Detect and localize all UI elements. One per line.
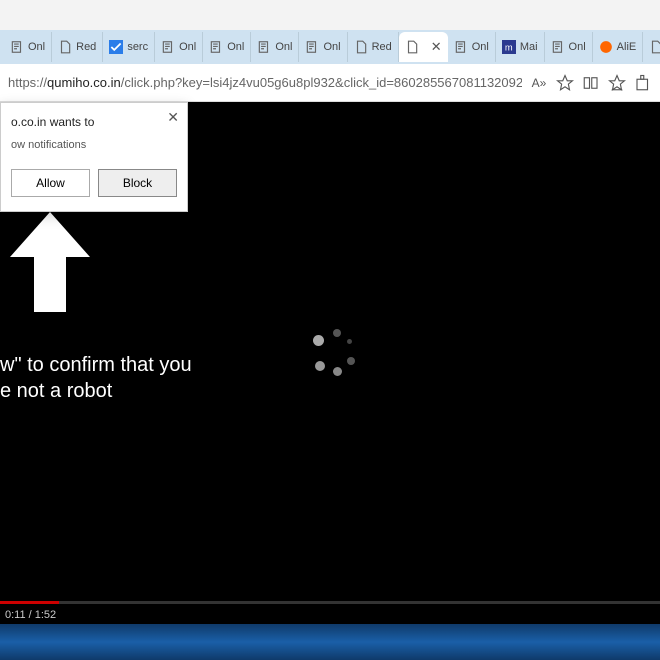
tab-item[interactable]: AliE xyxy=(593,32,644,62)
tab-item[interactable]: serc xyxy=(103,32,155,62)
close-tab-icon[interactable]: ✕ xyxy=(431,39,442,55)
tab-item[interactable]: lou xyxy=(643,32,660,62)
tab-label: Onl xyxy=(323,41,340,53)
collections-button[interactable] xyxy=(582,74,600,92)
tab-label: Onl xyxy=(275,41,292,53)
video-progress-bar[interactable] xyxy=(0,601,660,604)
page-icon xyxy=(551,40,565,54)
browser-chrome: Onl Red serc Onl Onl Onl Onl Red ✕ Onl m… xyxy=(0,0,660,102)
svg-text:m: m xyxy=(505,43,513,53)
notification-permission-prompt: ✕ o.co.in wants to ow notifications Allo… xyxy=(0,102,188,212)
windows-taskbar[interactable] xyxy=(0,624,660,660)
video-time-display: 0:11 / 1:52 xyxy=(5,609,56,621)
file-icon xyxy=(405,40,419,54)
tab-label: Onl xyxy=(569,41,586,53)
page-content: ✕ o.co.in wants to ow notifications Allo… xyxy=(0,102,660,624)
favorite-button[interactable] xyxy=(556,74,574,92)
prompt-detail-text: ow notifications xyxy=(11,139,177,151)
page-icon xyxy=(10,40,24,54)
page-icon xyxy=(209,40,223,54)
instruction-line1: w" to confirm that you xyxy=(0,352,192,378)
url-path: /click.php?key=lsi4jz4vu05g6u8pl932&clic… xyxy=(121,75,522,90)
url-input[interactable]: https://qumiho.co.in/click.php?key=lsi4j… xyxy=(8,75,522,90)
scam-instruction-text: w" to confirm that you e not a robot xyxy=(0,352,192,404)
cart-icon xyxy=(599,40,613,54)
tab-label: Onl xyxy=(28,41,45,53)
mail-icon: m xyxy=(502,40,516,54)
page-icon xyxy=(305,40,319,54)
tab-active[interactable]: ✕ xyxy=(399,32,448,62)
page-icon xyxy=(454,40,468,54)
tab-label: serc xyxy=(127,41,148,53)
tab-strip: Onl Red serc Onl Onl Onl Onl Red ✕ Onl m… xyxy=(0,30,660,64)
address-bar: https://qumiho.co.in/click.php?key=lsi4j… xyxy=(0,64,660,102)
tab-item[interactable]: Onl xyxy=(448,32,496,62)
tab-label: Red xyxy=(76,41,96,53)
tab-item[interactable]: Onl xyxy=(251,32,299,62)
arrow-up-icon xyxy=(10,212,90,317)
file-icon xyxy=(649,40,660,54)
tab-label: Onl xyxy=(179,41,196,53)
close-icon[interactable]: ✕ xyxy=(167,109,179,126)
loading-spinner-icon xyxy=(305,327,355,377)
tab-item[interactable]: Onl xyxy=(4,32,52,62)
block-button[interactable]: Block xyxy=(98,169,177,197)
allow-button[interactable]: Allow xyxy=(11,169,90,197)
file-icon xyxy=(354,40,368,54)
tab-item[interactable]: Red xyxy=(348,32,399,62)
tab-label: Onl xyxy=(472,41,489,53)
read-aloud-button[interactable]: A» xyxy=(530,74,548,92)
tab-label: AliE xyxy=(617,41,637,53)
tab-item[interactable]: Onl xyxy=(155,32,203,62)
tab-item[interactable]: m Mai xyxy=(496,32,545,62)
prompt-origin-text: o.co.in wants to xyxy=(11,115,177,129)
extensions-button[interactable] xyxy=(634,74,652,92)
page-icon xyxy=(161,40,175,54)
video-progress-fill xyxy=(0,601,59,604)
tab-label: Mai xyxy=(520,41,538,53)
tab-item[interactable]: Onl xyxy=(203,32,251,62)
url-prefix: https:// xyxy=(8,75,47,90)
tab-label: Red xyxy=(372,41,392,53)
favorites-bar-button[interactable] xyxy=(608,74,626,92)
page-icon xyxy=(257,40,271,54)
tab-item[interactable]: Onl xyxy=(545,32,593,62)
prompt-buttons: Allow Block xyxy=(11,169,177,197)
file-icon xyxy=(58,40,72,54)
instruction-line2: e not a robot xyxy=(0,378,192,404)
url-host: qumiho.co.in xyxy=(47,75,121,90)
tab-item[interactable]: Red xyxy=(52,32,103,62)
tab-label: Onl xyxy=(227,41,244,53)
tab-item[interactable]: Onl xyxy=(299,32,347,62)
site-icon xyxy=(109,40,123,54)
